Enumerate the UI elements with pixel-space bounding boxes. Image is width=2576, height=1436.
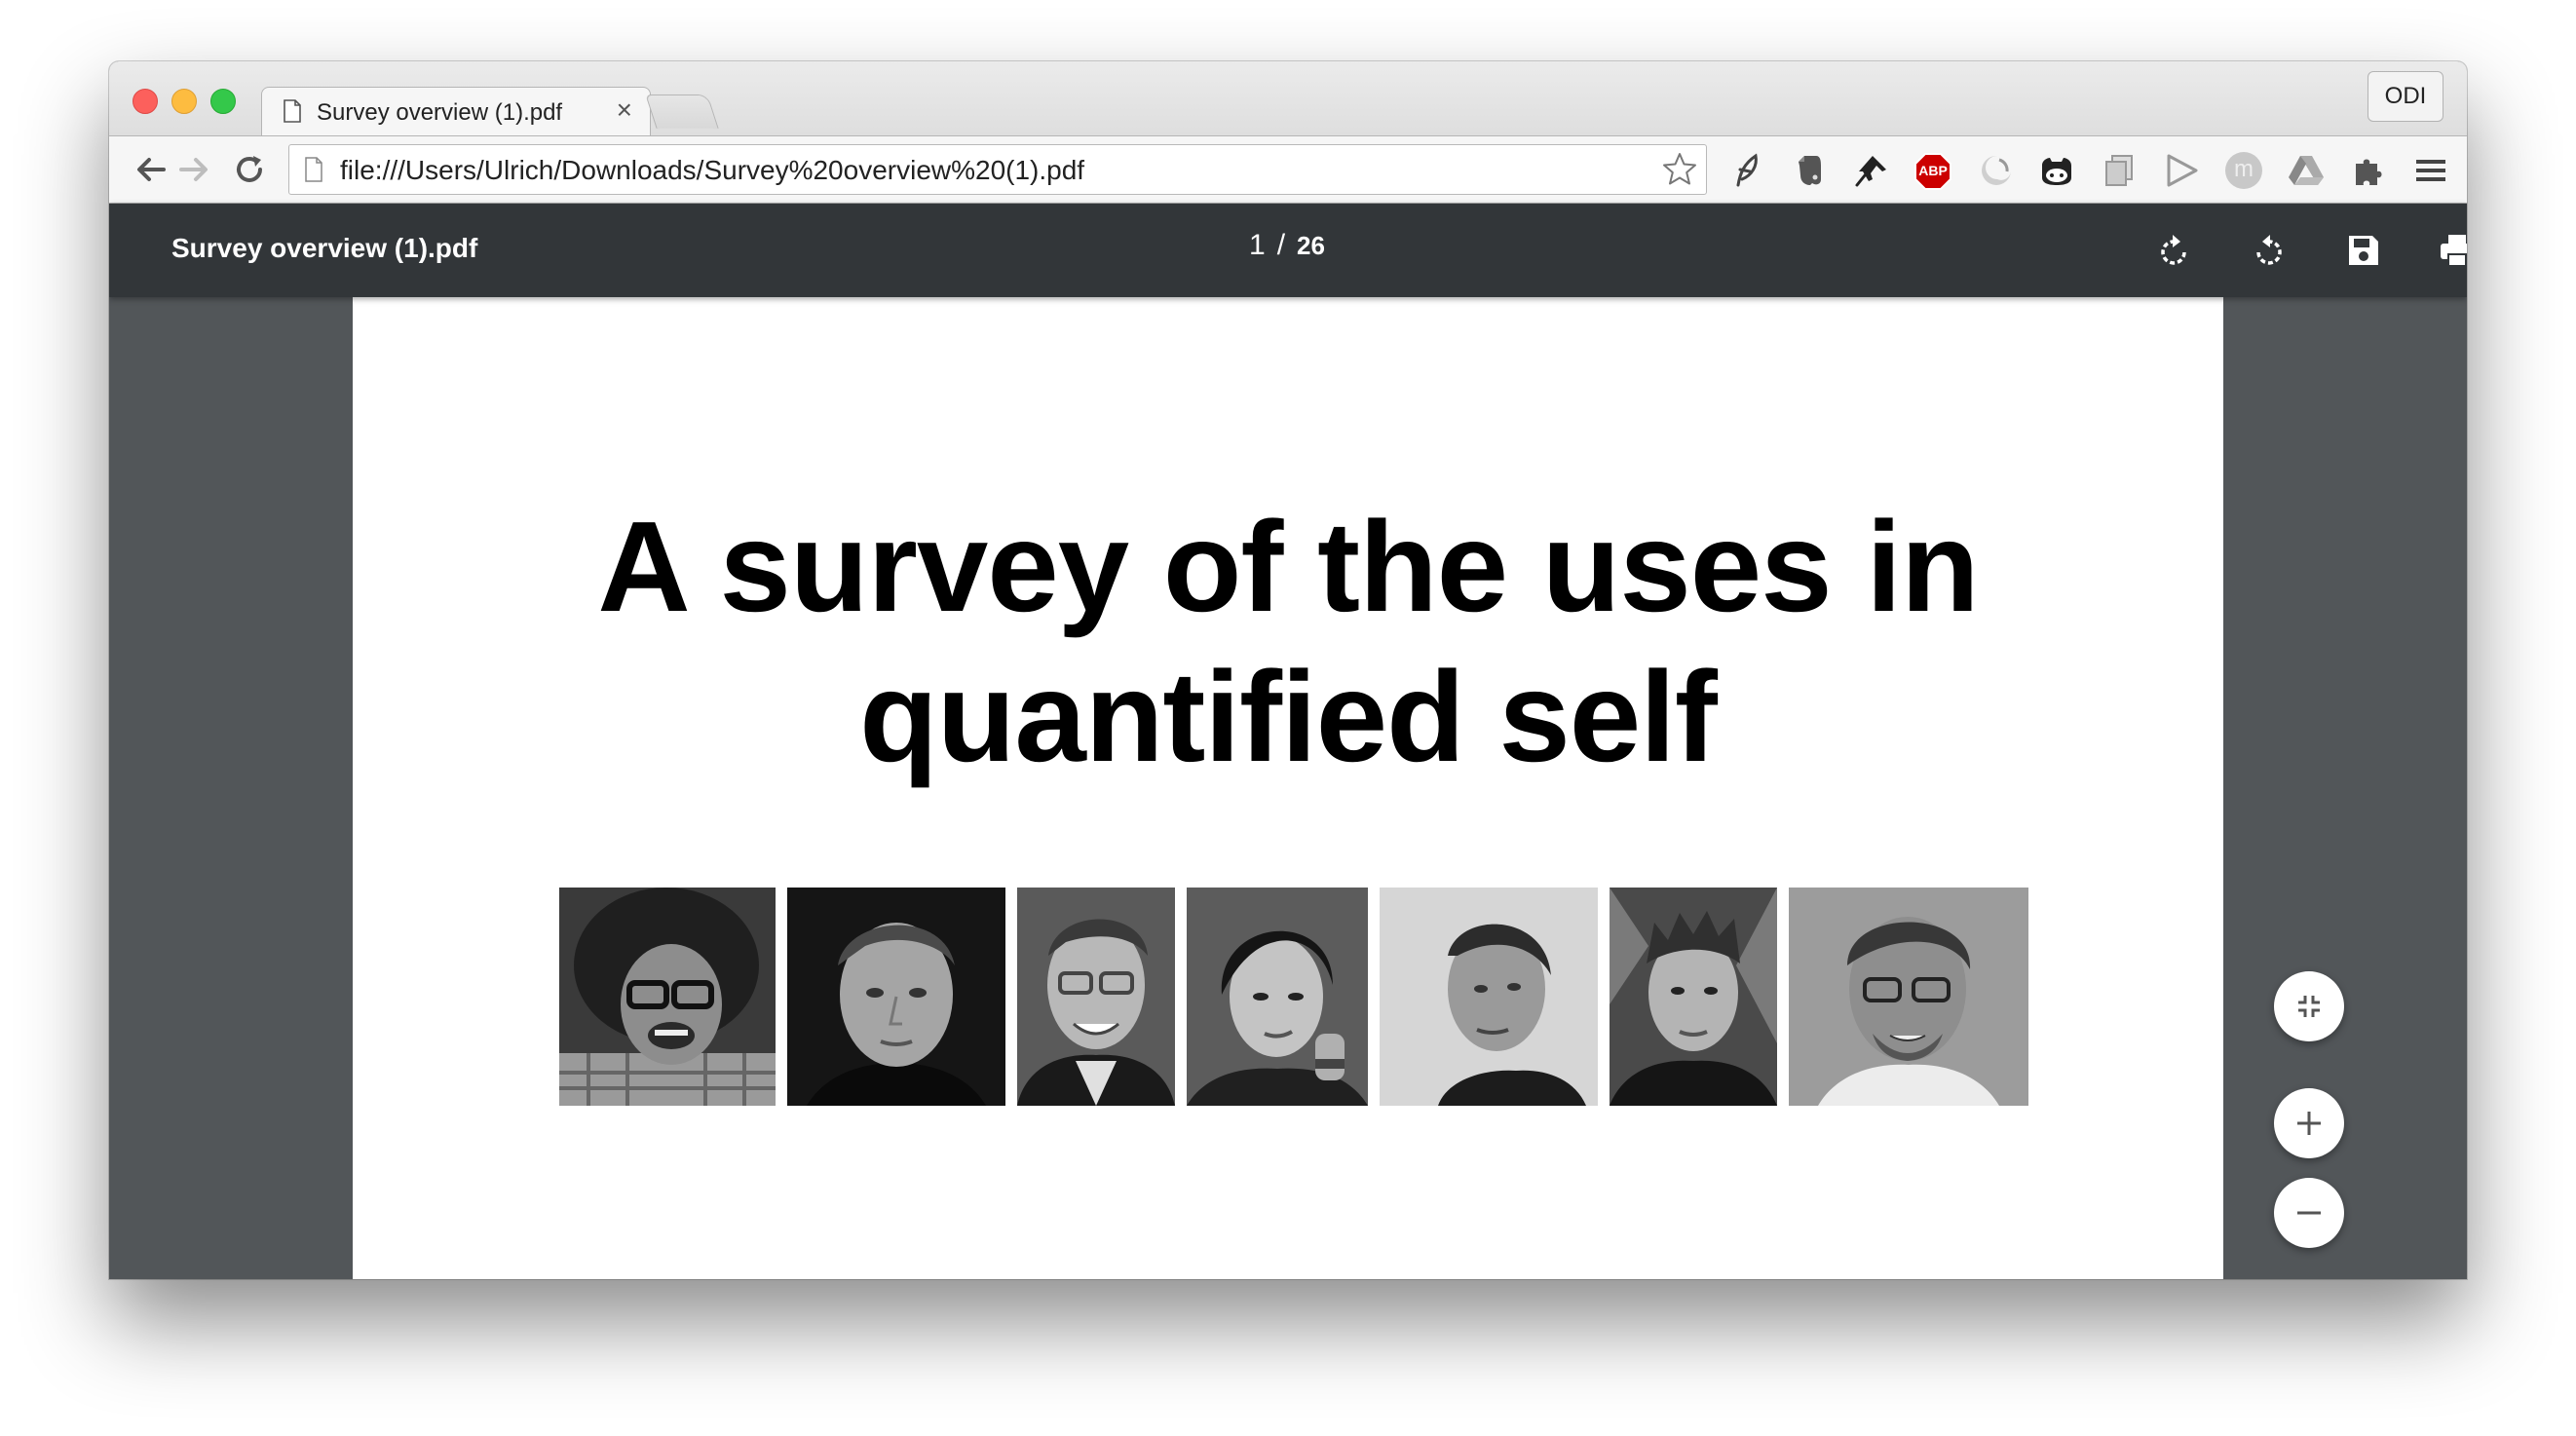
person-photo-4 xyxy=(1187,888,1368,1106)
rotate-clockwise-icon[interactable] xyxy=(2155,231,2194,270)
pdf-viewer[interactable]: A survey of the uses in quantified self xyxy=(109,297,2467,1279)
title-line-1: A survey of the uses in xyxy=(597,495,1979,638)
m-label: m xyxy=(2234,156,2254,182)
page-indicator: 1 / 26 xyxy=(1249,229,1325,262)
maximize-window-button[interactable] xyxy=(210,89,236,114)
person-photo-6 xyxy=(1610,888,1777,1106)
person-photo-2 xyxy=(787,888,1005,1106)
print-icon[interactable] xyxy=(2438,231,2467,270)
zoom-out-icon xyxy=(2297,1211,2321,1215)
page-icon xyxy=(305,157,322,182)
pdf-title: Survey overview (1).pdf xyxy=(171,233,478,263)
tab-title: Survey overview (1).pdf xyxy=(317,99,563,126)
back-icon[interactable] xyxy=(131,150,170,189)
menu-icon[interactable] xyxy=(2412,152,2449,189)
fit-to-page-button[interactable] xyxy=(2274,971,2344,1041)
pdf-page: A survey of the uses in quantified self xyxy=(353,297,2223,1279)
tab-close-icon[interactable]: × xyxy=(617,94,632,125)
zoom-in-button[interactable] xyxy=(2274,1088,2344,1158)
current-page-input[interactable]: 1 xyxy=(1249,229,1266,261)
person-photo-3 xyxy=(1017,888,1175,1106)
minimize-window-button[interactable] xyxy=(171,89,197,114)
browser-toolbar: file:///Users/Ulrich/Downloads/Survey%20… xyxy=(109,135,2467,204)
file-icon xyxy=(284,99,301,123)
person-photo-7 xyxy=(1789,888,2028,1106)
page-separator: / xyxy=(1276,229,1286,261)
zoom-out-button[interactable] xyxy=(2274,1178,2344,1248)
github-extension-icon[interactable] xyxy=(2038,152,2075,189)
zoom-in-icon xyxy=(2297,1112,2321,1135)
person-photo-1 xyxy=(559,888,776,1106)
m-extension-icon[interactable]: m xyxy=(2225,152,2262,189)
rotate-counterclockwise-icon[interactable] xyxy=(2249,231,2288,270)
pin-extension-icon[interactable] xyxy=(1853,152,1890,189)
star-icon[interactable] xyxy=(1661,151,1698,188)
url-text[interactable]: file:///Users/Ulrich/Downloads/Survey%20… xyxy=(340,155,1084,186)
address-bar[interactable]: file:///Users/Ulrich/Downloads/Survey%20… xyxy=(288,144,1707,195)
save-icon[interactable] xyxy=(2344,231,2383,270)
document-title: A survey of the uses in quantified self xyxy=(353,492,2223,792)
tab-survey-overview[interactable]: Survey overview (1).pdf × xyxy=(261,87,651,137)
reload-icon[interactable] xyxy=(230,150,269,189)
puzzle-extension-icon[interactable] xyxy=(2350,152,2387,189)
adblock-label: ABP xyxy=(1918,163,1948,178)
pdf-toolbar: Survey overview (1).pdf 1 / 26 xyxy=(109,204,2467,297)
new-tab-button[interactable] xyxy=(645,94,719,129)
close-window-button[interactable] xyxy=(133,89,158,114)
fit-to-page-icon xyxy=(2298,996,2320,1017)
total-pages: 26 xyxy=(1297,231,1325,260)
adblock-plus-icon[interactable]: ABP xyxy=(1913,152,1952,191)
play-extension-icon[interactable] xyxy=(2163,152,2200,189)
copy-extension-icon[interactable] xyxy=(2101,152,2138,189)
profile-button[interactable]: ODI xyxy=(2368,71,2443,122)
title-line-2: quantified self xyxy=(859,645,1718,788)
forward-icon[interactable] xyxy=(175,150,214,189)
feather-extension-icon[interactable] xyxy=(1728,152,1765,189)
person-photo-5 xyxy=(1380,888,1598,1106)
swirl-extension-icon[interactable] xyxy=(1978,152,2015,189)
evernote-extension-icon[interactable] xyxy=(1791,152,1828,189)
browser-window: Survey overview (1).pdf × ODI file:///Us… xyxy=(109,61,2467,1279)
drive-extension-icon[interactable] xyxy=(2288,152,2325,189)
tab-strip: Survey overview (1).pdf × ODI xyxy=(109,61,2467,137)
